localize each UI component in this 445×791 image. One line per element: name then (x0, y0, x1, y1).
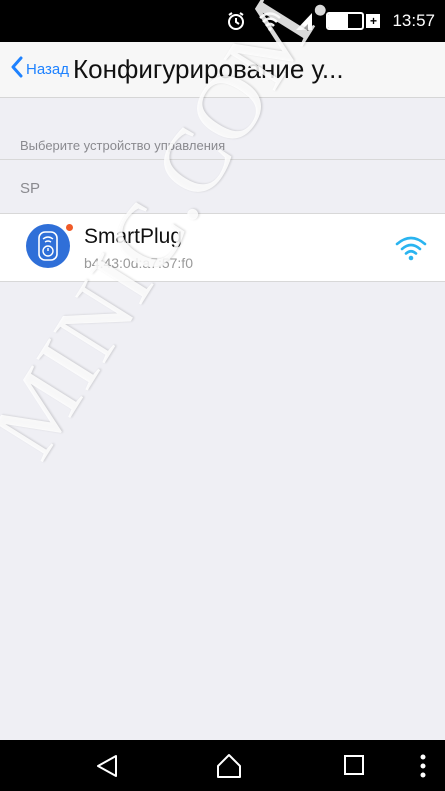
device-group-header: SP (0, 175, 445, 213)
navigation-bar: Назад Конфигурирование у... (0, 42, 445, 98)
device-list-item[interactable]: SmartPlug b4:43:0d:a7:57:f0 (0, 213, 445, 282)
battery-percent: 57% (333, 14, 358, 28)
wifi-signal-icon (395, 235, 427, 266)
clock: 13:57 (392, 11, 435, 30)
section-header: Выберите устройство управления (0, 136, 445, 160)
alarm-icon (226, 11, 246, 31)
chevron-left-icon (10, 56, 24, 83)
recents-icon[interactable] (342, 753, 366, 782)
back-button[interactable]: Назад (0, 42, 69, 97)
device-mac-address: b4:43:0d:a7:57:f0 (84, 255, 193, 271)
wifi-icon (258, 11, 282, 31)
page-title: Конфигурирование у... (72, 54, 344, 84)
back-label: Назад (26, 61, 69, 78)
cellular-signal-icon (294, 11, 314, 31)
device-status-dot (66, 224, 73, 231)
smartplug-icon (26, 224, 70, 268)
device-group-label: SP (20, 180, 41, 197)
charging-icon: + (366, 14, 381, 28)
section-label: Выберите устройство управления (20, 138, 226, 153)
status-bar: 57% + 13:57 (0, 0, 445, 42)
device-name: SmartPlug (84, 225, 183, 248)
overflow-menu-icon[interactable] (419, 753, 427, 784)
home-icon[interactable] (215, 753, 243, 784)
battery-indicator: 57% + (326, 12, 381, 30)
system-navigation-bar (0, 740, 445, 791)
back-icon[interactable] (94, 753, 120, 784)
battery-icon: 57% (326, 12, 365, 30)
